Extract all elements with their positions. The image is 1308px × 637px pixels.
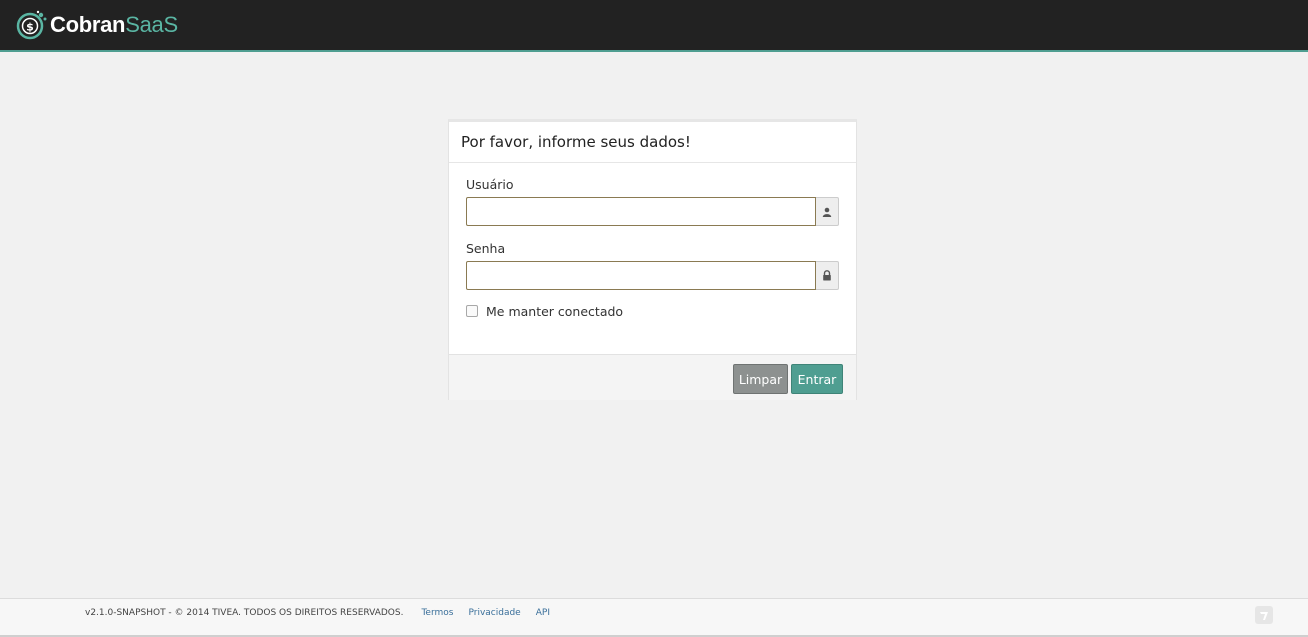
login-actions: Limpar Entrar — [449, 354, 856, 400]
privacy-link[interactable]: Privacidade — [468, 608, 520, 618]
brand-logo[interactable]: $ CobranSaaS — [16, 8, 178, 42]
page-footer: v2.1.0-SNAPSHOT - © 2014 TIVEA. TODOS OS… — [0, 598, 1308, 637]
remember-me-row: Me manter conectado — [466, 304, 623, 319]
login-form: Usuário Senha Me manter conectado — [449, 163, 856, 353]
password-input[interactable] — [466, 261, 816, 290]
password-label: Senha — [466, 241, 506, 256]
submit-button[interactable]: Entrar — [791, 364, 843, 394]
brand-name: CobranSaaS — [50, 12, 178, 38]
lock-icon — [816, 261, 839, 290]
username-input[interactable] — [466, 197, 816, 226]
api-link[interactable]: API — [536, 608, 550, 618]
brand-name-part1: Cobran — [50, 12, 126, 37]
brand-name-part2: SaaS — [125, 12, 178, 37]
login-panel: Por favor, informe seus dados! Usuário S… — [448, 119, 857, 400]
username-input-group — [466, 197, 839, 226]
login-title: Por favor, informe seus dados! — [449, 122, 856, 163]
copyright-text: v2.1.0-SNAPSHOT - © 2014 TIVEA. TODOS OS… — [85, 608, 404, 618]
top-navbar: $ CobranSaaS — [0, 0, 1308, 52]
coin-logo-icon: $ — [16, 10, 47, 40]
remember-me-checkbox[interactable] — [466, 304, 478, 317]
terms-link[interactable]: Termos — [421, 608, 453, 618]
password-input-group — [466, 261, 839, 290]
svg-text:$: $ — [26, 21, 34, 34]
tivea-icon[interactable] — [1255, 606, 1273, 624]
user-icon — [816, 197, 839, 226]
username-label: Usuário — [466, 177, 514, 192]
clear-button[interactable]: Limpar — [733, 364, 788, 394]
remember-me-label[interactable]: Me manter conectado — [486, 304, 623, 319]
